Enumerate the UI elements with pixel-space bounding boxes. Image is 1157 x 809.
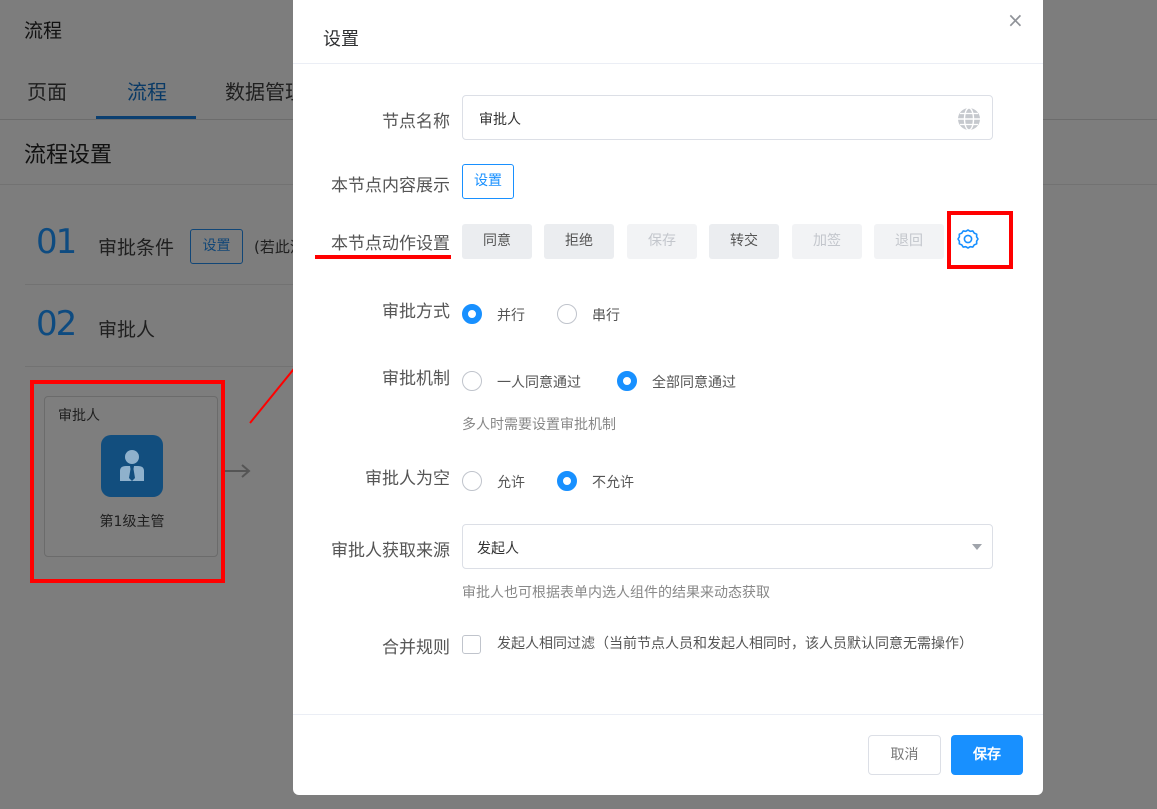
settings-dialog: 设置 × 节点名称 审批人 本节点内容展示 设置 本节点动作设置 同意 拒绝 保… xyxy=(293,0,1043,795)
merge-rule-checkbox-label: 发起人相同过滤（当前节点人员和发起人相同时，该人员默认同意无需操作） xyxy=(497,636,973,652)
annotation-underline xyxy=(315,255,451,259)
cancel-button[interactable]: 取消 xyxy=(868,735,941,775)
action-agree-button[interactable]: 同意 xyxy=(462,224,532,259)
mechanism-any-radio[interactable] xyxy=(462,371,482,391)
merge-rule-label: 合并规则 xyxy=(382,638,450,658)
empty-allow-label: 允许 xyxy=(497,475,525,491)
content-display-settings-button[interactable]: 设置 xyxy=(462,164,514,199)
merge-rule-checkbox[interactable] xyxy=(462,635,481,654)
action-add-signer-button[interactable]: 加签 xyxy=(792,224,862,259)
dialog-title: 设置 xyxy=(323,29,359,50)
empty-disallow-radio[interactable] xyxy=(557,471,577,491)
mechanism-all-label: 全部同意通过 xyxy=(652,375,736,391)
approver-source-label: 审批人获取来源 xyxy=(331,541,450,561)
mechanism-any-label: 一人同意通过 xyxy=(497,375,581,391)
empty-allow-radio[interactable] xyxy=(462,471,482,491)
action-save-button[interactable]: 保存 xyxy=(627,224,697,259)
action-transfer-button[interactable]: 转交 xyxy=(709,224,779,259)
close-icon[interactable]: × xyxy=(1007,8,1024,32)
globe-icon[interactable] xyxy=(957,107,981,135)
annotation-highlight-box xyxy=(947,211,1013,269)
node-actions-label: 本节点动作设置 xyxy=(331,234,450,254)
dialog-footer-divider xyxy=(293,714,1043,715)
approval-mode-parallel-label: 并行 xyxy=(497,308,525,324)
content-display-label: 本节点内容展示 xyxy=(331,176,450,196)
mechanism-all-radio[interactable] xyxy=(617,371,637,391)
save-button[interactable]: 保存 xyxy=(951,735,1023,775)
chevron-down-icon xyxy=(972,544,982,550)
empty-approver-label: 审批人为空 xyxy=(365,469,450,489)
action-reject-button[interactable]: 拒绝 xyxy=(544,224,614,259)
approval-mode-label: 审批方式 xyxy=(382,302,450,322)
node-name-value: 审批人 xyxy=(479,112,521,128)
approval-mode-serial-label: 串行 xyxy=(592,308,620,324)
action-return-button[interactable]: 退回 xyxy=(874,224,944,259)
approval-mechanism-label: 审批机制 xyxy=(382,369,450,389)
dialog-header: 设置 × xyxy=(293,0,1043,64)
node-name-label: 节点名称 xyxy=(382,112,450,132)
approver-source-select[interactable]: 发起人 xyxy=(462,524,993,569)
node-name-input[interactable]: 审批人 xyxy=(462,95,993,140)
approver-source-hint: 审批人也可根据表单内选人组件的结果来动态获取 xyxy=(462,585,770,601)
approval-mode-serial-radio[interactable] xyxy=(557,304,577,324)
approver-source-value: 发起人 xyxy=(477,541,519,557)
approval-mechanism-hint: 多人时需要设置审批机制 xyxy=(462,417,616,433)
empty-disallow-label: 不允许 xyxy=(592,475,634,491)
approval-mode-parallel-radio[interactable] xyxy=(462,304,482,324)
